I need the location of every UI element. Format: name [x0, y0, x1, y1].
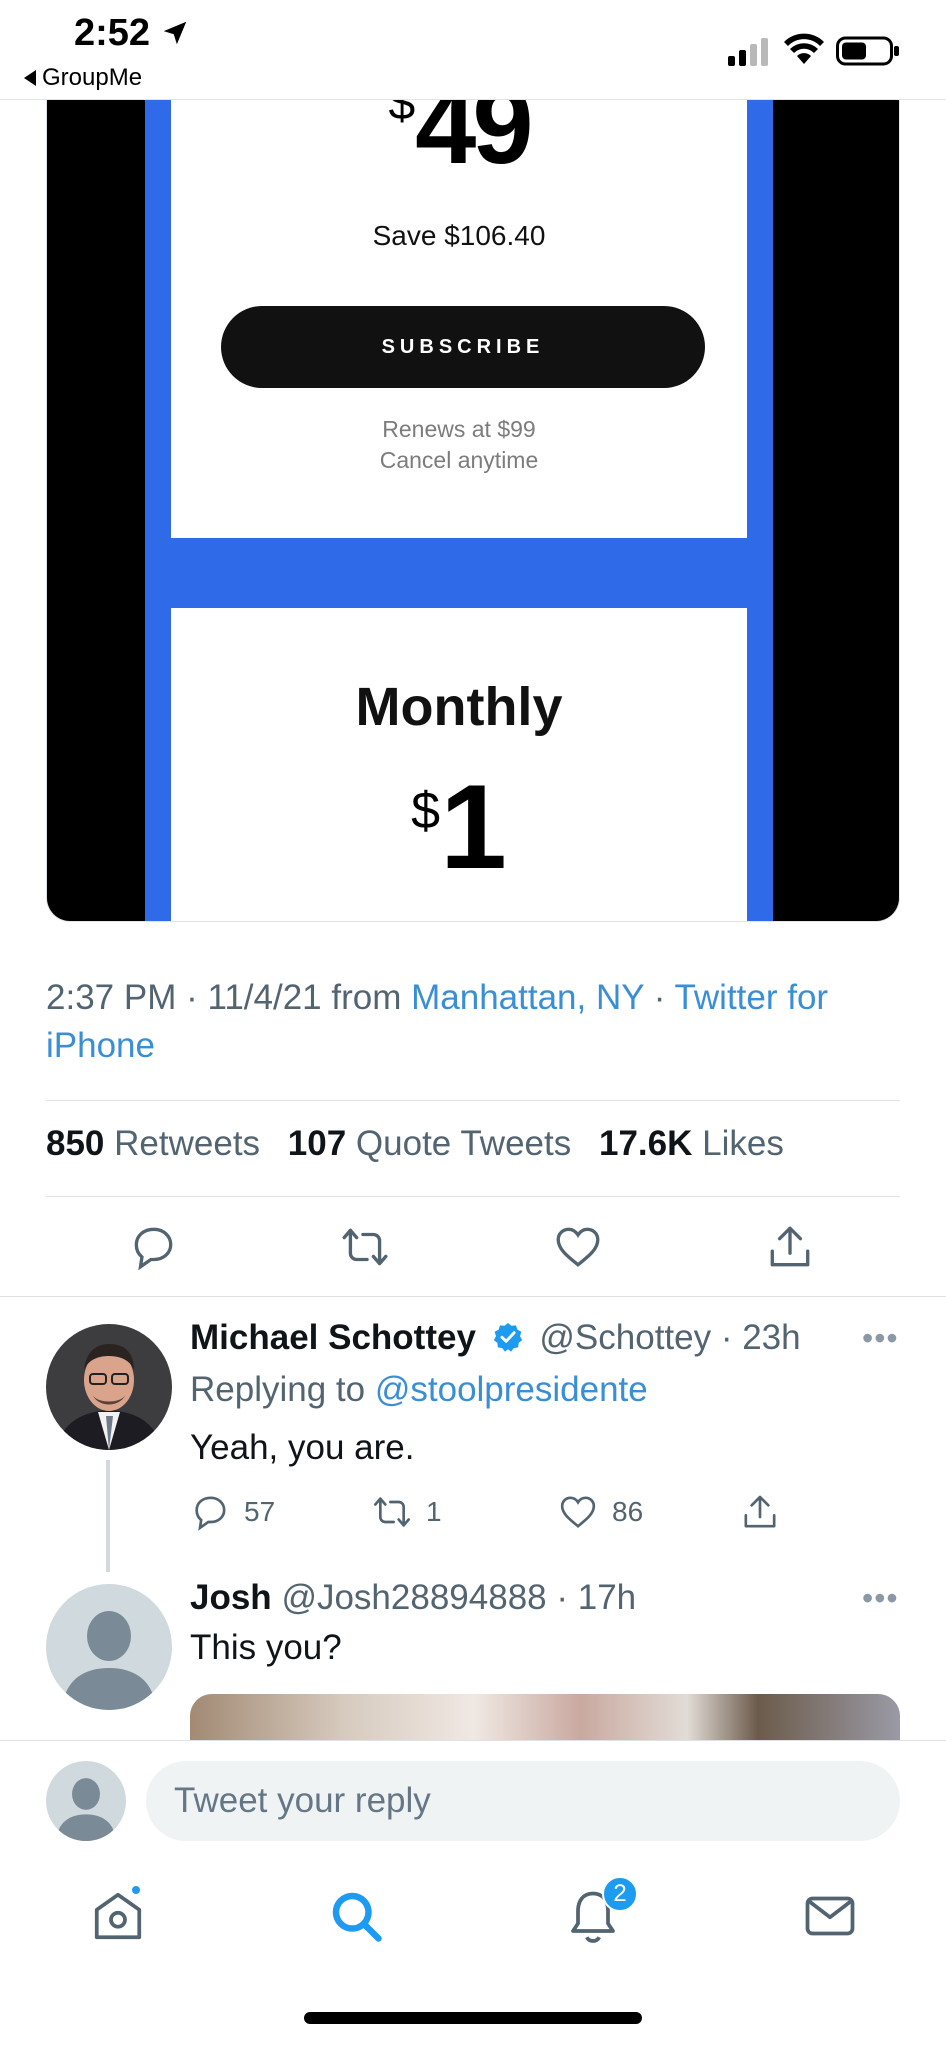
tweet-stats: 850 Retweets 107 Quote Tweets 17.6K Like… [46, 1124, 784, 1164]
home-new-dot [130, 1884, 142, 1896]
retweet-icon [374, 1497, 410, 1527]
messages-envelope-icon[interactable] [800, 1886, 860, 1946]
back-app-label: GroupMe [42, 64, 143, 91]
more-options-icon[interactable]: ••• [862, 1580, 899, 1617]
likes-stat[interactable]: 17.6K Likes [599, 1124, 784, 1163]
divider [46, 1100, 900, 1101]
reply-input[interactable]: Tweet your reply [146, 1761, 900, 1841]
replying-to-line: Replying to @stoolpresidente [190, 1370, 648, 1410]
like-heart-icon [560, 1496, 596, 1528]
save-text: Save $106.40 [372, 220, 546, 251]
back-to-app-link[interactable]: GroupMe [24, 64, 142, 92]
reply-like-button[interactable]: 86 [558, 1492, 643, 1532]
user-avatar-photo-icon [46, 1324, 172, 1450]
monthly-plan-card: Monthly $1 [171, 608, 747, 921]
tweet-date[interactable]: 11/4/21 [207, 978, 321, 1017]
annual-price-value: 49 [415, 100, 533, 187]
reply-age: 17h [577, 1578, 637, 1617]
cellular-signal-icon [728, 38, 768, 66]
reply-author-name[interactable]: Josh [190, 1578, 272, 1617]
cancel-text: Cancel anytime [379, 447, 539, 473]
my-avatar[interactable] [46, 1761, 126, 1841]
annual-price: $49 [171, 100, 747, 189]
reply-share-button[interactable] [740, 1492, 780, 1532]
more-options-icon[interactable]: ••• [862, 1320, 899, 1357]
likes-label: Likes [702, 1124, 784, 1163]
reply-action-bar: 57 1 86 [0, 1492, 946, 1536]
reply-icon [195, 1496, 226, 1531]
tweet-action-bar [0, 1222, 946, 1294]
wifi-icon [784, 33, 824, 64]
replying-to-link[interactable]: @stoolpresidente [375, 1370, 648, 1409]
verified-badge-icon [493, 1323, 522, 1352]
reply-count: 57 [244, 1496, 276, 1527]
avatar[interactable] [46, 1324, 172, 1450]
reply-icon[interactable] [128, 1222, 178, 1272]
annual-plan-card: $49 Save $106.40 SUBSCRIBE Renews at $99… [171, 100, 747, 538]
monthly-currency: $ [411, 782, 441, 840]
quotes-label: Quote Tweets [355, 1124, 572, 1163]
retweet-icon[interactable] [340, 1222, 390, 1272]
retweets-stat[interactable]: 850 Retweets [46, 1124, 260, 1163]
reply-text: Yeah, you are. [190, 1428, 415, 1467]
retweet-count: 1 [426, 1496, 442, 1527]
like-count: 86 [612, 1496, 644, 1527]
home-indicator[interactable] [304, 2012, 642, 2024]
subscribe-button: SUBSCRIBE [221, 306, 705, 388]
annual-currency: $ [388, 100, 416, 130]
monthly-title: Monthly [355, 677, 563, 737]
back-triangle-icon [24, 70, 36, 86]
retweets-count: 850 [46, 1124, 105, 1163]
renews-text: Renews at $99 [382, 416, 536, 442]
reply-author-line: Josh @Josh28894888 · 17h [190, 1578, 637, 1617]
reply-author-handle[interactable]: @Josh28894888 [281, 1578, 546, 1617]
monthly-price: $1 [171, 758, 747, 896]
search-icon[interactable] [326, 1886, 386, 1946]
replying-prefix: Replying to [190, 1370, 366, 1409]
reply-compose-bar: Tweet your reply [0, 1740, 946, 1850]
status-time: 2:52 [74, 12, 151, 54]
location-arrow-icon [163, 21, 187, 45]
tweet-media-image[interactable]: $49 Save $106.40 SUBSCRIBE Renews at $99… [46, 100, 900, 922]
share-icon[interactable] [765, 1222, 815, 1272]
reply-author-handle[interactable]: @Schottey [539, 1318, 711, 1357]
avatar[interactable] [46, 1584, 172, 1710]
renewal-info: Renews at $99 Cancel anytime [171, 414, 747, 476]
notifications-badge: 2 [602, 1876, 638, 1912]
like-heart-icon[interactable] [553, 1222, 603, 1272]
reply-age: 23h [742, 1318, 801, 1357]
reply-author-line: Michael Schottey @Schottey · 23h [190, 1318, 801, 1357]
reply-author-name[interactable]: Michael Schottey [190, 1318, 476, 1357]
quotes-count: 107 [287, 1124, 347, 1163]
status-bar: 2:52 GroupMe [0, 0, 946, 100]
default-avatar-icon [46, 1761, 126, 1841]
reply-retweet-button[interactable]: 1 [372, 1492, 442, 1532]
tweet-timestamp-line: 2:37 PM · 11/4/21 from Manhattan, NY · T… [46, 978, 829, 1065]
from-label: from [331, 978, 402, 1017]
tweet-time[interactable]: 2:37 PM [46, 978, 176, 1017]
reply-text: This you? [190, 1628, 342, 1667]
divider [46, 1196, 900, 1197]
likes-count: 17.6K [598, 1124, 693, 1163]
battery-icon [836, 36, 899, 66]
monthly-price-value: 1 [440, 760, 507, 894]
reply-reply-button[interactable]: 57 [190, 1492, 275, 1532]
default-avatar-icon [46, 1584, 172, 1710]
retweets-label: Retweets [114, 1124, 261, 1163]
thread-connector-line [106, 1460, 110, 1572]
tweet-location-link[interactable]: Manhattan, NY [411, 978, 644, 1017]
share-icon [744, 1495, 776, 1528]
reply-attached-image[interactable] [190, 1694, 900, 1740]
quote-tweets-stat[interactable]: 107 Quote Tweets [288, 1124, 571, 1163]
divider [0, 1296, 946, 1297]
